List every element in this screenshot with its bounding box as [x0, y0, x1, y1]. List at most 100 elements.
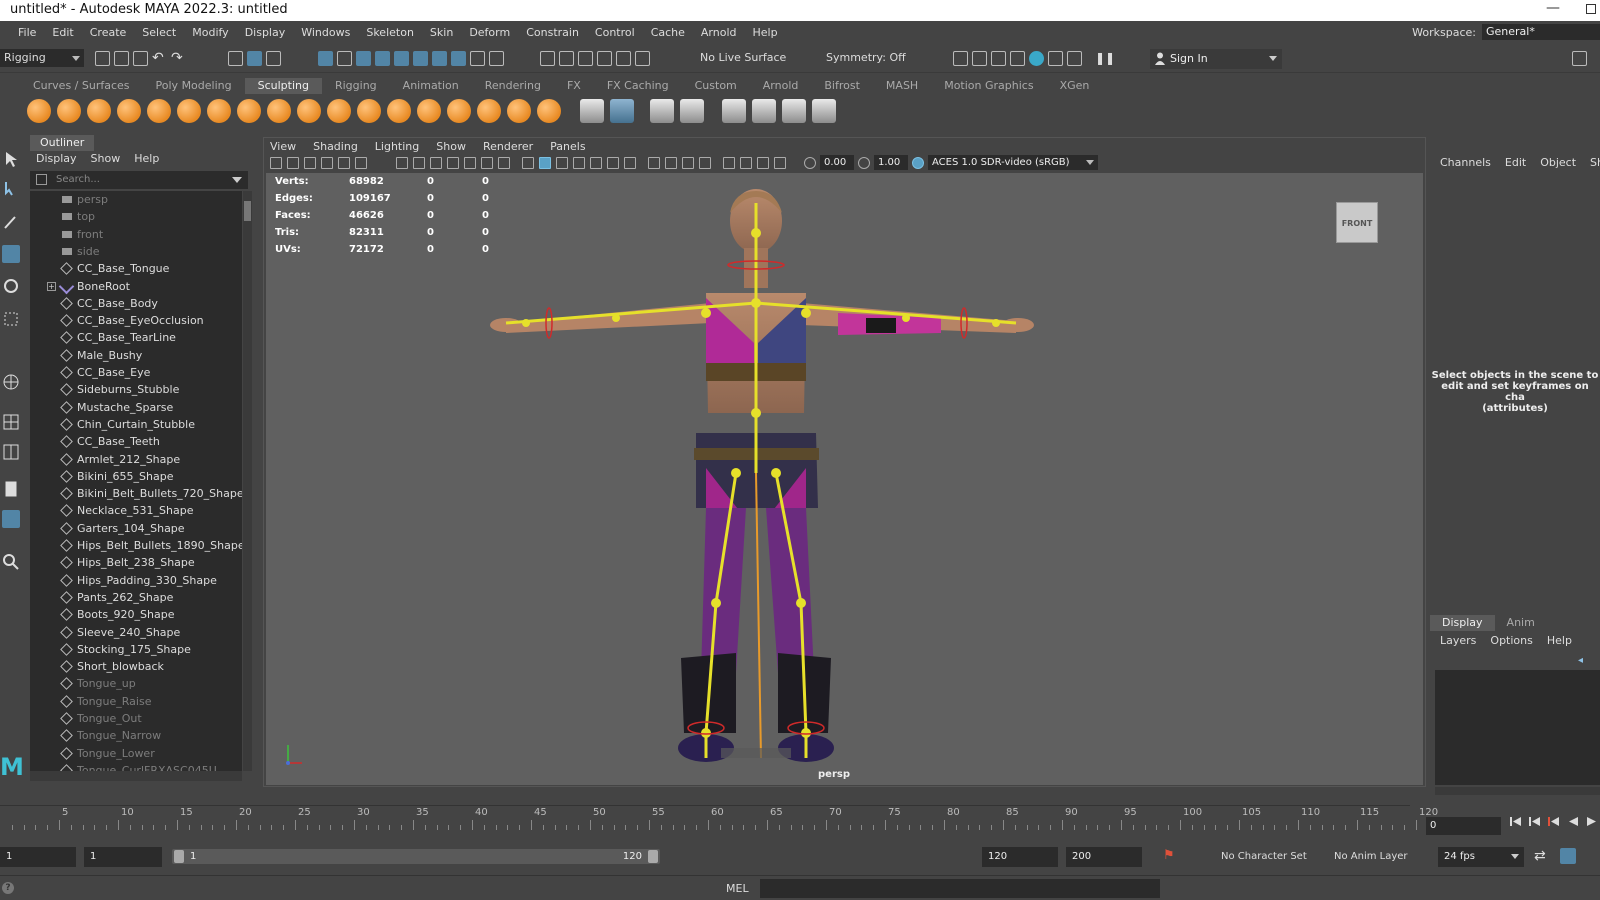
outliner-menu-show[interactable]: Show	[91, 151, 121, 167]
play-forwards-icon[interactable]	[1585, 815, 1598, 828]
anti-aliasing-icon[interactable]	[682, 157, 694, 169]
wireframe-on-shaded-icon[interactable]	[573, 157, 585, 169]
select-object-icon[interactable]	[247, 51, 262, 66]
outliner-item[interactable]: Male_Bushy	[30, 347, 242, 364]
exposure-field[interactable]: 0.00	[820, 155, 854, 170]
sculpt-grid-icon[interactable]	[610, 99, 634, 123]
fill-tool-icon[interactable]	[387, 99, 411, 123]
pose-editor-icon[interactable]	[680, 99, 704, 123]
menu-select[interactable]: Select	[134, 26, 184, 39]
select-deform-icon[interactable]	[413, 51, 428, 66]
outliner-item[interactable]: Short_blowback	[30, 658, 242, 675]
paint-select-icon[interactable]	[2, 213, 20, 231]
outliner-item[interactable]: Tongue_Lower	[30, 745, 242, 762]
ipr-render-icon[interactable]	[991, 51, 1006, 66]
range-end-handle[interactable]	[648, 850, 658, 863]
layer-menu-layers[interactable]: Layers	[1440, 634, 1476, 647]
outliner-item[interactable]: Boots_920_Shape	[30, 606, 242, 623]
select-surface-icon[interactable]	[394, 51, 409, 66]
outliner-item[interactable]: Tongue_Out	[30, 710, 242, 727]
screen-space-ao-icon[interactable]	[648, 157, 660, 169]
channel-menu-show[interactable]: Show	[1590, 156, 1600, 169]
outliner-item[interactable]: front	[30, 226, 242, 243]
select-component-icon[interactable]	[266, 51, 281, 66]
animation-start-field[interactable]: 1	[0, 847, 76, 867]
menu-help[interactable]: Help	[745, 26, 786, 39]
lock-selection-icon[interactable]	[470, 51, 485, 66]
move-tool-icon[interactable]	[2, 245, 20, 263]
anim-layer-dropdown[interactable]: No Anim Layer	[1328, 847, 1426, 867]
layer-tab-anim[interactable]: Anim	[1495, 615, 1547, 631]
menu-windows[interactable]: Windows	[293, 26, 358, 39]
depth-of-field-icon[interactable]	[699, 157, 711, 169]
film-gate-icon[interactable]	[413, 157, 425, 169]
four-view-icon[interactable]	[2, 413, 20, 431]
save-scene-icon[interactable]	[133, 51, 148, 66]
outliner-search-input[interactable]: Search...	[30, 171, 248, 189]
shelf-tab-poly-modeling[interactable]: Poly Modeling	[143, 78, 245, 94]
smooth-tool-icon[interactable]	[57, 99, 81, 123]
outliner-item[interactable]: top	[30, 208, 242, 225]
outliner-item[interactable]: Tongue_up	[30, 675, 242, 692]
viewport-menu-view[interactable]: View	[270, 138, 296, 155]
current-frame-field[interactable]: 0	[1426, 817, 1501, 835]
lasso-tool-icon[interactable]	[2, 180, 20, 198]
snap-point-icon[interactable]	[578, 51, 593, 66]
range-slider[interactable]: 1 120	[172, 849, 660, 864]
animation-end-field[interactable]: 200	[1066, 847, 1142, 867]
outliner-item[interactable]: + BoneRoot	[30, 278, 242, 295]
shelf-tab-rendering[interactable]: Rendering	[472, 78, 554, 94]
menu-cache[interactable]: Cache	[643, 26, 693, 39]
image-plane-icon[interactable]	[321, 157, 333, 169]
gamma-icon[interactable]	[858, 157, 870, 169]
select-hierarchy-icon[interactable]	[228, 51, 243, 66]
viewport-menu-show[interactable]: Show	[436, 138, 466, 155]
wireframe-icon[interactable]	[522, 157, 534, 169]
command-input[interactable]	[760, 879, 1160, 898]
gate-mask-icon[interactable]	[447, 157, 459, 169]
camera-attributes-icon[interactable]	[287, 157, 299, 169]
knife-tool-icon[interactable]	[417, 99, 441, 123]
outliner-vertical-scrollbar[interactable]	[243, 191, 252, 771]
render-settings-icon[interactable]	[1010, 51, 1025, 66]
toolkit-icon[interactable]	[1572, 51, 1587, 66]
snap-curve-icon[interactable]	[559, 51, 574, 66]
arnold-render-icon[interactable]	[1048, 51, 1063, 66]
layer-arrow-icon[interactable]: ◂	[1578, 655, 1583, 666]
snap-view-plane-icon[interactable]	[597, 51, 612, 66]
playback-end-field[interactable]: 120	[982, 847, 1058, 867]
expand-icon[interactable]: +	[47, 281, 56, 291]
outliner-item[interactable]: Necklace_531_Shape	[30, 502, 242, 519]
menu-control[interactable]: Control	[587, 26, 643, 39]
outliner-item[interactable]: CC_Base_Eye	[30, 364, 242, 381]
time-slider[interactable]: 5 10 15 20 25 30 35 40 45 50 55 60 65 70 75 80 85 90 95 100…	[0, 805, 1438, 837]
bulge-tool-icon[interactable]	[477, 99, 501, 123]
outliner-item[interactable]: Tongue_Raise	[30, 693, 242, 710]
sign-in-button[interactable]: Sign In	[1150, 49, 1282, 69]
chevron-down-icon[interactable]	[232, 177, 242, 183]
outliner-item[interactable]: Tongue_Narrow	[30, 727, 242, 744]
new-scene-icon[interactable]	[95, 51, 110, 66]
exposure-icon[interactable]	[804, 157, 816, 169]
menu-deform[interactable]: Deform	[461, 26, 518, 39]
outliner-persp-layout-icon[interactable]	[2, 510, 20, 528]
play-backwards-icon[interactable]	[1566, 815, 1579, 828]
use-all-lights-icon[interactable]	[607, 157, 619, 169]
menu-edit[interactable]: Edit	[44, 26, 81, 39]
select-render-icon[interactable]	[451, 51, 466, 66]
field-chart-icon[interactable]	[464, 157, 476, 169]
menu-display[interactable]: Display	[237, 26, 294, 39]
blendshape-editor-icon[interactable]	[650, 99, 674, 123]
grease-pencil-icon[interactable]	[355, 157, 367, 169]
rotate-tool-icon[interactable]	[2, 277, 20, 295]
layer-menu-options[interactable]: Options	[1490, 634, 1532, 647]
outliner-item[interactable]: Bikini_655_Shape	[30, 468, 242, 485]
pinch-tool-icon[interactable]	[147, 99, 171, 123]
bookmark-icon[interactable]	[304, 157, 316, 169]
stamp-icon[interactable]	[752, 99, 776, 123]
step-back-icon[interactable]	[1528, 815, 1541, 828]
color-management-icon[interactable]	[912, 157, 924, 169]
xray-icon[interactable]	[590, 157, 602, 169]
shadows-icon[interactable]	[624, 157, 636, 169]
flatten-tool-icon[interactable]	[177, 99, 201, 123]
